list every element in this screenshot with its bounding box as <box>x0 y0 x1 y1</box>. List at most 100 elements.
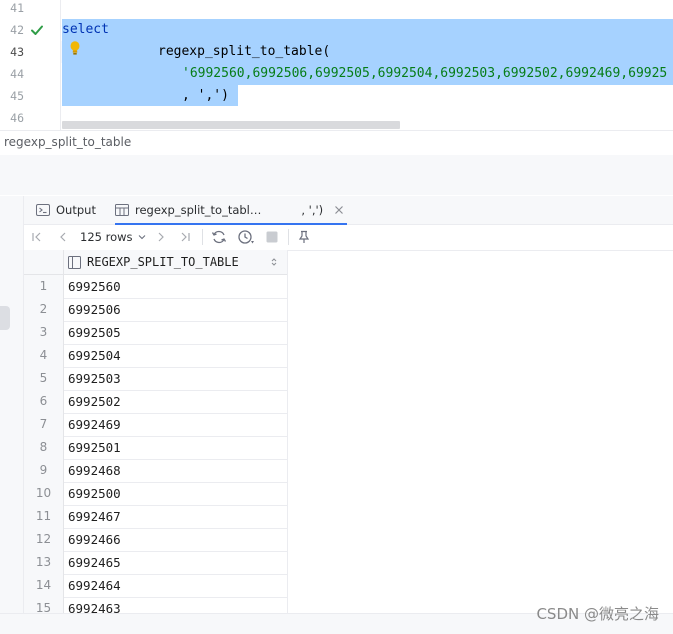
next-page-button[interactable] <box>154 228 168 246</box>
row-number: 11 <box>24 505 64 528</box>
table-row[interactable]: 8 6992501 <box>24 436 287 460</box>
breadcrumb[interactable]: regexp_split_to_table <box>0 130 673 156</box>
row-number: 6 <box>24 390 64 413</box>
clock-icon <box>238 230 254 244</box>
sort-icon[interactable] <box>270 257 278 267</box>
result-toolbar: 125 rows <box>24 225 673 251</box>
row-number: 8 <box>24 436 64 459</box>
cell-value[interactable]: 6992469 <box>68 413 121 436</box>
cell-value[interactable]: 6992468 <box>68 459 121 482</box>
cell-value[interactable]: 6992505 <box>68 321 121 344</box>
table-row[interactable]: 11 6992467 <box>24 505 287 529</box>
row-number: 7 <box>24 413 64 436</box>
cell-value[interactable]: 6992466 <box>68 528 121 551</box>
tab-output[interactable]: Output <box>36 196 96 224</box>
table-row[interactable]: 4 6992504 <box>24 344 287 368</box>
row-number: 15 <box>24 597 64 613</box>
toolbar-separator <box>288 229 289 245</box>
rows-count-dropdown[interactable]: 125 rows <box>80 228 147 246</box>
table-row[interactable]: 5 6992503 <box>24 367 287 391</box>
stop-icon <box>266 231 278 243</box>
rows-count-label: 125 rows <box>80 230 133 244</box>
stop-button[interactable] <box>264 228 280 246</box>
tool-window-strip <box>0 196 24 633</box>
pin-tab-button[interactable] <box>296 228 312 246</box>
code-line: '6992560,6992506,6992505,6992504,6992503… <box>182 66 668 81</box>
table-row[interactable]: 6 6992502 <box>24 390 287 414</box>
tab-label-suffix: , ',') <box>301 203 324 217</box>
cell-value[interactable]: 6992463 <box>68 597 121 613</box>
closing-args: , ',') <box>182 88 229 103</box>
table-icon <box>115 204 129 216</box>
result-grid[interactable]: REGEXP_SPLIT_TO_TABLE 1 6992560 2 6992506 3 6… <box>24 250 288 613</box>
watermark: CSDN @微亮之海 <box>536 605 659 623</box>
first-page-icon <box>32 232 41 242</box>
tab-result[interactable]: regexp_split_to_tabl… , ',') <box>115 196 347 225</box>
column-header[interactable]: REGEXP_SPLIT_TO_TABLE <box>68 250 239 274</box>
cell-value[interactable]: 6992500 <box>68 482 121 505</box>
breadcrumb-item[interactable]: regexp_split_to_table <box>4 135 131 149</box>
history-button[interactable] <box>236 228 256 246</box>
code-line: select <box>62 22 109 37</box>
code-line: , ',') <box>182 87 229 105</box>
table-row[interactable]: 12 6992466 <box>24 528 287 552</box>
table-row[interactable]: 14 6992464 <box>24 574 287 598</box>
selection-block <box>62 41 673 63</box>
tab-label: regexp_split_to_tabl… <box>135 203 262 217</box>
line-number: 42 <box>10 23 24 37</box>
code-editor[interactable]: 41 42 43 44 45 46 select regexp_split_to… <box>0 0 673 130</box>
editor-gutter: 41 42 43 44 45 46 <box>0 0 61 130</box>
code-line: regexp_split_to_table( <box>158 43 330 61</box>
cell-value[interactable]: 6992560 <box>68 275 121 298</box>
row-number: 2 <box>24 298 64 321</box>
line-number: 43 <box>10 45 24 59</box>
prev-page-button[interactable] <box>56 228 70 246</box>
cell-value[interactable]: 6992464 <box>68 574 121 597</box>
table-row[interactable]: 1 6992560 <box>24 275 287 299</box>
column-header-label: REGEXP_SPLIT_TO_TABLE <box>87 255 239 269</box>
tab-label: Output <box>56 203 96 217</box>
table-row[interactable]: 13 6992465 <box>24 551 287 575</box>
cell-value[interactable]: 6992502 <box>68 390 121 413</box>
cell-value[interactable]: 6992503 <box>68 367 121 390</box>
row-number: 13 <box>24 551 64 574</box>
row-number: 14 <box>24 574 64 597</box>
line-number: 45 <box>10 89 24 103</box>
cell-value[interactable]: 6992504 <box>68 344 121 367</box>
row-number: 12 <box>24 528 64 551</box>
drag-handle[interactable] <box>0 306 10 330</box>
row-number: 3 <box>24 321 64 344</box>
last-page-button[interactable] <box>178 228 192 246</box>
refresh-icon <box>211 230 227 244</box>
result-tabs: Output regexp_split_to_tabl… , ',') <box>24 196 673 225</box>
table-row[interactable]: 10 6992500 <box>24 482 287 506</box>
table-row[interactable]: 7 6992469 <box>24 413 287 437</box>
cell-value[interactable]: 6992467 <box>68 505 121 528</box>
table-row[interactable]: 15 6992463 <box>24 597 287 613</box>
chevron-down-icon <box>138 235 145 240</box>
cell-value[interactable]: 6992465 <box>68 551 121 574</box>
row-number: 1 <box>24 275 64 298</box>
chevron-left-icon <box>60 232 66 242</box>
refresh-button[interactable] <box>210 228 228 246</box>
line-number: 44 <box>10 67 24 81</box>
console-icon <box>36 204 50 216</box>
column-icon <box>68 255 81 269</box>
checkmark-icon[interactable] <box>30 23 44 37</box>
grid-header: REGEXP_SPLIT_TO_TABLE <box>24 250 287 275</box>
cell-value[interactable]: 6992506 <box>68 298 121 321</box>
table-row[interactable]: 9 6992468 <box>24 459 287 483</box>
function-name: regexp_split_to_table( <box>158 44 331 59</box>
cell-value[interactable]: 6992501 <box>68 436 121 459</box>
first-page-button[interactable] <box>30 228 44 246</box>
line-number: 46 <box>10 111 24 125</box>
selection-block <box>62 19 673 41</box>
panel-gap <box>0 155 673 195</box>
chevron-right-icon <box>158 232 164 242</box>
table-row[interactable]: 2 6992506 <box>24 298 287 322</box>
lightbulb-icon[interactable] <box>69 40 81 56</box>
row-number-header[interactable] <box>24 250 64 274</box>
close-icon[interactable] <box>334 205 344 215</box>
table-row[interactable]: 3 6992505 <box>24 321 287 345</box>
horizontal-scrollbar[interactable] <box>62 121 400 129</box>
